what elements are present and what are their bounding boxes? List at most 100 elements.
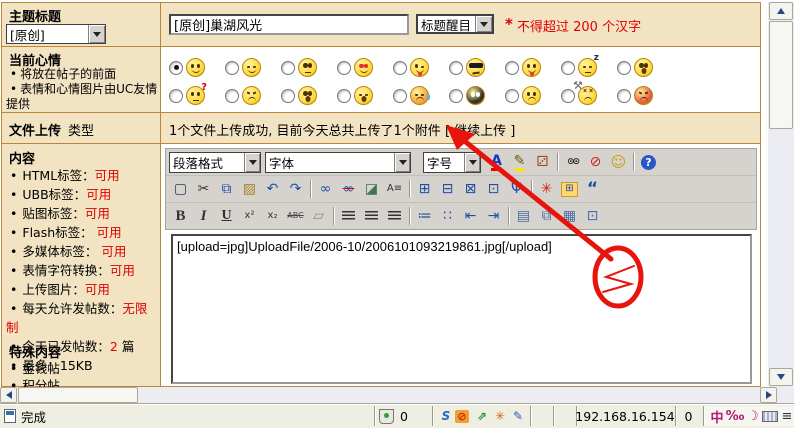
special-item-label: 金钱帖 — [22, 361, 60, 376]
font-color-button[interactable]: A — [485, 152, 508, 173]
continue-upload-link[interactable]: [ 继续上传 ] — [445, 124, 515, 139]
editor-textarea[interactable]: [upload=jpg]UploadFile/2006-10/200610109… — [171, 234, 752, 384]
mood-radio-cool[interactable] — [449, 61, 463, 75]
ime-punctuation-icon[interactable]: ☽ — [744, 408, 762, 424]
undo-button[interactable]: ↶ — [261, 179, 284, 200]
ime-toolbar-icon[interactable]: ≡ — [778, 408, 794, 424]
mood-radio-sad[interactable] — [505, 89, 519, 103]
unordered-list-button[interactable]: ∷ — [436, 206, 459, 227]
scroll-right-button[interactable] — [760, 387, 777, 403]
forbid-flag-button[interactable]: ⊘ — [584, 152, 607, 173]
font-size-select[interactable]: 字号 — [423, 152, 481, 173]
paste-button[interactable]: ▨ — [238, 179, 261, 200]
topic-category-select[interactable]: [原创] — [6, 24, 106, 44]
new-document-button[interactable]: ▢ — [169, 179, 192, 200]
underline-button[interactable]: U — [215, 206, 238, 227]
content-rule-item: •上传图片：可用 — [6, 280, 158, 299]
mood-radio-question[interactable] — [169, 89, 183, 103]
redo-button[interactable]: ↷ — [284, 179, 307, 200]
scroll-up-button[interactable] — [769, 2, 793, 20]
mood-radio-blush[interactable] — [281, 61, 295, 75]
italic-button[interactable]: I — [192, 206, 215, 227]
topic-title-input[interactable] — [169, 14, 409, 35]
font-family-select[interactable]: 字体 — [265, 152, 411, 173]
remove-format-button[interactable]: ▱ — [307, 206, 330, 227]
insert-quote-button[interactable]: “ — [581, 179, 604, 200]
popup-blocker-icon[interactable]: ⊘ — [455, 410, 469, 423]
help-button[interactable]: ? — [637, 152, 660, 173]
preview-button[interactable]: ⊡ — [581, 206, 604, 227]
align-left-button[interactable] — [337, 206, 360, 227]
superscript-button[interactable]: x² — [238, 206, 261, 227]
copy-button[interactable]: ⧉ — [215, 179, 238, 200]
content-rule-item: •UBB标签：可用 — [6, 185, 158, 204]
split-cell-button[interactable]: ⊡ — [482, 179, 505, 200]
subscript-button[interactable]: x₂ — [261, 206, 284, 227]
ime-mode-icon[interactable]: 中 — [708, 408, 726, 424]
insert-link-button[interactable]: ∞ — [314, 179, 337, 200]
mood-radio-sweat[interactable] — [393, 89, 407, 103]
mood-radio-smile[interactable] — [169, 61, 183, 75]
messenger-icon[interactable]: S — [437, 408, 455, 424]
mood-radio-love[interactable] — [337, 61, 351, 75]
align-right-button[interactable] — [383, 206, 406, 227]
strikethrough-button[interactable]: ABC — [284, 206, 307, 227]
scroll-down-button[interactable] — [769, 368, 793, 386]
horizontal-rule-icon: A≡ — [387, 184, 402, 194]
trash-count: 0 — [400, 409, 408, 424]
ordered-list-button[interactable]: ≔ — [413, 206, 436, 227]
mood-radio-tongue-wink[interactable] — [393, 61, 407, 75]
find-button[interactable]: ⊙⊙ — [561, 152, 584, 173]
insert-row-button[interactable]: ⊟ — [436, 179, 459, 200]
mood-radio-titter[interactable] — [225, 61, 239, 75]
paste-word-icon: ⧉ — [542, 209, 552, 223]
edit-page-icon[interactable]: ✎ — [509, 408, 527, 424]
insert-media-button[interactable]: ⊞ — [558, 179, 581, 200]
mood-radio-naughty[interactable] — [505, 61, 519, 75]
mood-radio-shocked[interactable] — [617, 61, 631, 75]
rule-value: 可用 — [95, 168, 120, 183]
title-highlight-select[interactable]: 标题醒目 — [416, 14, 494, 34]
align-center-button[interactable] — [360, 206, 383, 227]
cut-button[interactable]: ✂ — [192, 179, 215, 200]
merge-cell-button[interactable]: Ψ — [505, 179, 528, 200]
chevron-down-icon[interactable] — [88, 25, 105, 43]
ime-keyboard-icon[interactable] — [762, 411, 778, 422]
mood-radio-frown[interactable] — [225, 89, 239, 103]
mood-radio-shout[interactable] — [281, 89, 295, 103]
paste-text-button[interactable]: ▤ — [512, 206, 535, 227]
insert-column-button[interactable]: ⊠ — [459, 179, 482, 200]
special-item[interactable]: •金钱帖 — [6, 360, 156, 377]
mood-radio-dark-face[interactable] — [449, 89, 463, 103]
source-code-button[interactable]: ▦ — [558, 206, 581, 227]
insert-emoticon-button[interactable]: ☺ — [607, 152, 630, 173]
star-plugin-icon[interactable]: ✳ — [491, 408, 509, 424]
highlight-button[interactable]: ✎ — [508, 152, 531, 173]
vertical-scrollbar-thumb[interactable] — [769, 21, 793, 129]
insert-table-button[interactable]: ⊞ — [413, 179, 436, 200]
topic-category-value: [原创] — [7, 25, 88, 44]
outdent-button[interactable]: ⇤ — [459, 206, 482, 227]
horizontal-rule-button[interactable]: A≡ — [383, 179, 406, 200]
mood-radio-cry-loud[interactable] — [337, 89, 351, 103]
insert-flash-button[interactable]: ✳ — [535, 179, 558, 200]
bold-button[interactable]: B — [169, 206, 192, 227]
paragraph-format-select[interactable]: 段落格式 — [169, 152, 261, 173]
emoticon-shout-icon — [298, 86, 317, 105]
insert-image-button[interactable]: ◪ — [360, 179, 383, 200]
remove-link-button[interactable]: ∞ — [337, 179, 360, 200]
chevron-down-icon[interactable] — [475, 16, 492, 32]
mood-radio-sleepy[interactable] — [561, 61, 575, 75]
trash-bucket-icon[interactable] — [379, 409, 394, 424]
send-page-icon[interactable]: ⇗ — [473, 408, 491, 424]
horizontal-scrollbar-thumb[interactable] — [18, 387, 138, 403]
ime-width-icon[interactable]: ‰ — [726, 408, 744, 424]
insert-cube-button[interactable]: ⚂ — [531, 152, 554, 173]
indent-button[interactable]: ⇥ — [482, 206, 505, 227]
mood-radio-angry-red[interactable] — [617, 89, 631, 103]
chevron-down-icon — [244, 153, 260, 172]
paste-word-button[interactable]: ⧉ — [535, 206, 558, 227]
scroll-left-button[interactable] — [0, 387, 17, 403]
ip-address: 192.168.16.154 — [575, 409, 674, 424]
mood-option-cool — [449, 58, 505, 77]
